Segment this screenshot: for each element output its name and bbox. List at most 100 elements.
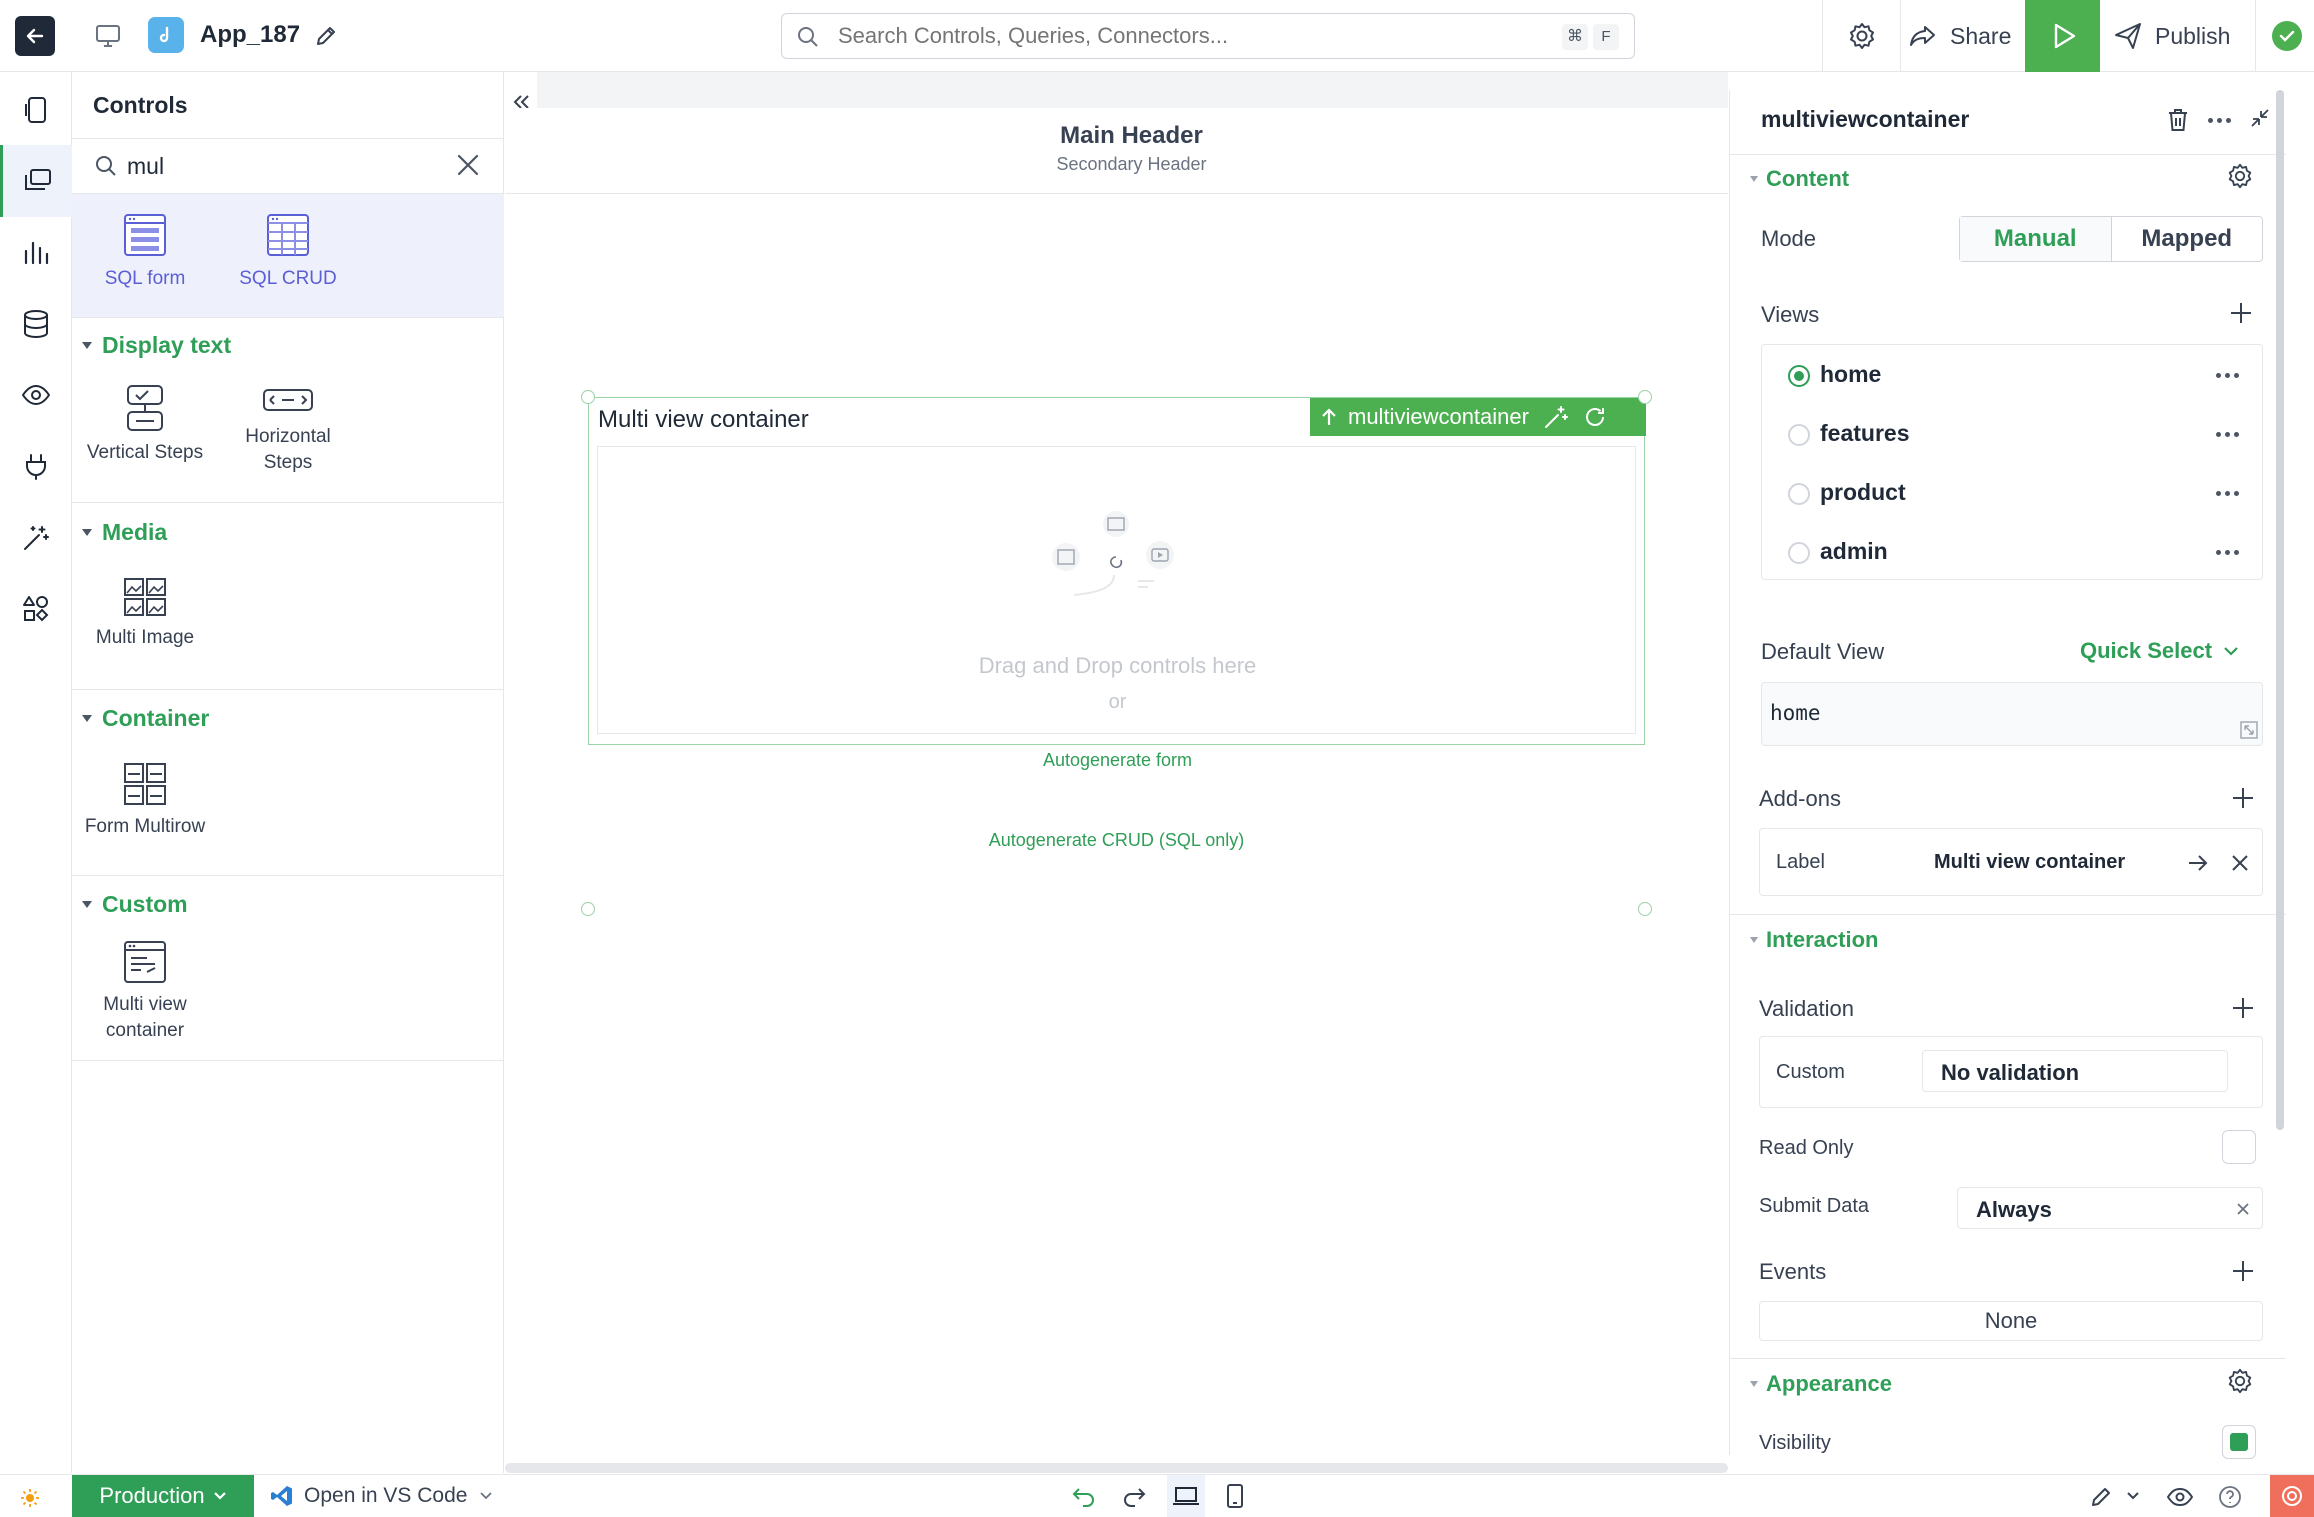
section-title: Content [1766,166,1850,191]
section-custom[interactable]: Custom [72,886,504,922]
add-validation-icon[interactable] [2230,995,2256,1021]
rail-preview[interactable] [0,359,72,431]
view-item-features[interactable]: features [1820,420,1909,447]
mode-mapped-button[interactable]: Mapped [2112,217,2263,261]
mobile-preview-icon[interactable] [1225,1483,1245,1509]
view-item-product[interactable]: product [1820,479,1906,506]
control-sql-form[interactable]: SQL form [75,212,215,292]
add-view-icon[interactable] [2228,300,2254,326]
expand-editor-icon[interactable] [2240,721,2258,739]
gear-icon[interactable] [2226,1367,2254,1395]
design-canvas[interactable]: Main Header Secondary Header Multi view … [505,72,1728,1473]
more-options-icon[interactable] [2208,115,2231,125]
submit-data-select[interactable]: Always [1957,1187,2263,1229]
quick-select-dropdown[interactable]: Quick Select [2080,638,2240,664]
validation-select[interactable]: No validation [1922,1050,2228,1092]
control-multi-image[interactable]: Multi Image [75,577,215,651]
rail-connectors[interactable] [0,430,72,502]
pencil-icon[interactable] [2088,1484,2114,1510]
global-search-input[interactable] [838,20,1498,52]
eye-icon [21,384,51,406]
resize-handle[interactable] [581,902,595,916]
control-vertical-steps[interactable]: Vertical Steps [75,384,215,466]
visibility-checkbox[interactable] [2222,1425,2256,1459]
autogenerate-crud-link[interactable]: Autogenerate CRUD (SQL only) [588,830,1645,851]
events-list[interactable]: None [1759,1301,2263,1341]
clear-icon[interactable] [2236,1202,2250,1216]
section-display-text[interactable]: Display text [72,327,504,363]
control-sql-crud[interactable]: SQL CRUD [218,212,358,292]
view-radio-home[interactable] [1788,365,1810,387]
section-media[interactable]: Media [72,514,504,550]
resize-handle[interactable] [581,390,595,404]
section-appearance[interactable]: Appearance [1750,1371,1892,1397]
control-horizontal-steps[interactable]: Horizontal Steps [218,384,358,476]
autogenerate-form-link[interactable]: Autogenerate form [589,750,1646,771]
bar-chart-icon [24,241,49,265]
control-multi-view-container[interactable]: Multi view container [75,940,215,1044]
status-check [2272,21,2302,51]
controls-search[interactable] [72,139,504,193]
desktop-view-button[interactable] [90,18,126,54]
section-container[interactable]: Container [72,700,504,736]
multi-view-container[interactable]: Multi view container multiviewcontainer … [588,397,1646,770]
default-view-input[interactable]: home [1761,682,2263,746]
magic-wand-icon[interactable] [1543,404,1569,430]
add-event-icon[interactable] [2230,1258,2256,1284]
more-options-icon[interactable] [2216,488,2239,498]
edit-app-name-button[interactable] [308,18,344,54]
section-interaction[interactable]: Interaction [1750,927,1878,953]
run-button[interactable] [2025,0,2100,72]
refresh-icon[interactable] [1583,405,1607,429]
help-icon[interactable] [2218,1485,2242,1509]
section-content[interactable]: Content [1750,166,1849,192]
publish-button[interactable]: Publish [2113,0,2263,72]
control-form-multirow[interactable]: Form Multirow [75,762,215,840]
close-icon[interactable] [2230,853,2250,873]
collapse-icon[interactable] [2248,106,2272,130]
resize-handle[interactable] [1638,390,1652,404]
addons-label: Add-ons [1759,786,1841,811]
environment-selector[interactable]: Production [72,1475,254,1517]
properties-panel: multiviewcontainer Content Mode Manual M… [1729,90,2286,1459]
chevron-down-icon[interactable] [2126,1491,2140,1501]
gear-icon[interactable] [2226,162,2254,190]
resize-handle[interactable] [1638,902,1652,916]
rail-pages[interactable] [0,74,72,146]
view-item-admin[interactable]: admin [1820,538,1888,565]
rail-controls[interactable] [0,145,72,217]
mode-manual-button[interactable]: Manual [1960,217,2112,261]
properties-scrollbar[interactable] [2276,90,2284,1130]
rail-charts[interactable] [0,216,72,288]
settings-button[interactable] [1842,16,1882,56]
drop-zone[interactable]: Drag and Drop controls here or [597,446,1636,734]
back-button[interactable] [15,16,55,56]
sun-icon[interactable] [20,1488,40,1508]
arrow-right-icon[interactable] [2186,851,2210,875]
support-button[interactable] [2270,1475,2314,1517]
rail-data[interactable] [0,288,72,360]
desktop-preview-button[interactable] [1167,1475,1205,1517]
redo-icon[interactable] [1121,1484,1147,1508]
rail-components[interactable] [0,573,72,645]
rail-magic[interactable] [0,502,72,574]
controls-search-input[interactable] [127,149,427,183]
view-radio-features[interactable] [1788,424,1810,446]
more-options-icon[interactable] [2216,370,2239,380]
eye-icon[interactable] [2166,1486,2194,1508]
more-options-icon[interactable] [2216,547,2239,557]
more-options-icon[interactable] [2216,429,2239,439]
view-radio-admin[interactable] [1788,542,1810,564]
undo-icon[interactable] [1071,1484,1097,1508]
view-radio-product[interactable] [1788,483,1810,505]
read-only-checkbox[interactable] [2222,1130,2256,1164]
canvas-horizontal-scrollbar[interactable] [505,1463,1728,1473]
add-addon-icon[interactable] [2230,785,2256,811]
component-badge[interactable]: multiviewcontainer [1310,398,1646,436]
close-icon[interactable] [456,153,480,177]
trash-icon[interactable] [2166,107,2190,133]
open-vscode-button[interactable]: Open in VS Code [270,1475,493,1517]
global-search[interactable]: ⌘ F [781,13,1635,59]
view-item-home[interactable]: home [1820,361,1881,388]
share-button[interactable]: Share [1908,0,2020,72]
